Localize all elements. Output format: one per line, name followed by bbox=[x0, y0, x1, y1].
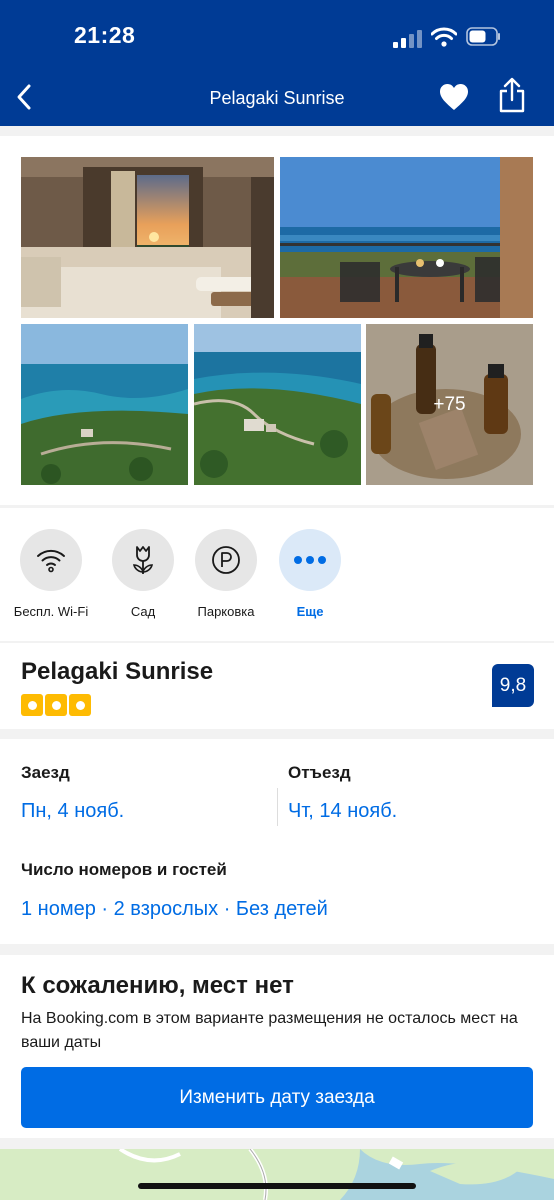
facility-wifi[interactable]: Беспл. Wi-Fi bbox=[1, 529, 101, 619]
tulip-icon bbox=[132, 546, 154, 574]
photo-gallery: +75 bbox=[0, 136, 554, 505]
photo-aerial-coast[interactable] bbox=[21, 324, 188, 485]
status-time: 21:28 bbox=[74, 22, 136, 48]
more-dots-icon bbox=[294, 556, 326, 564]
photo-balcony[interactable] bbox=[280, 157, 533, 318]
availability-message: На Booking.com в этом варианте размещени… bbox=[21, 1010, 518, 1051]
availability-section: К сожалению, мест нет На Booking.com в э… bbox=[0, 955, 554, 1138]
back-chevron-icon[interactable] bbox=[10, 82, 40, 112]
wifi-icon bbox=[37, 549, 65, 573]
cellular-signal-icon bbox=[393, 30, 423, 48]
battery-icon bbox=[466, 27, 500, 46]
facilities-row: Беспл. Wi-Fi Сад Парковка Еще bbox=[0, 508, 554, 641]
photo-amenities-more[interactable]: +75 bbox=[366, 324, 533, 485]
facility-label: Еще bbox=[296, 604, 324, 619]
guests-label: Число номеров и гостей bbox=[21, 860, 227, 879]
top-bar: 21:28 Pelagaki Sunrise bbox=[0, 0, 554, 126]
parking-icon bbox=[212, 546, 240, 574]
star-icon bbox=[45, 694, 67, 716]
home-indicator bbox=[138, 1183, 416, 1189]
hotel-name: Pelagaki Sunrise bbox=[21, 658, 214, 685]
heart-icon[interactable] bbox=[438, 82, 470, 112]
star-icon bbox=[69, 694, 91, 716]
checkin-label: Заезд bbox=[21, 763, 70, 782]
hotel-header: Pelagaki Sunrise 9,8 bbox=[0, 643, 554, 729]
review-score-badge[interactable]: 9,8 bbox=[492, 664, 534, 707]
share-icon[interactable] bbox=[497, 77, 527, 113]
star-rating bbox=[21, 694, 91, 716]
more-photos-count: +75 bbox=[433, 393, 466, 415]
facility-label: Беспл. Wi-Fi bbox=[13, 604, 89, 619]
guests-value[interactable]: 1 номер · 2 взрослых · Без детей bbox=[21, 898, 328, 921]
map-preview[interactable] bbox=[0, 1149, 554, 1200]
photo-aerial-villa[interactable] bbox=[194, 324, 361, 485]
checkin-date[interactable]: Пн, 4 нояб. bbox=[21, 800, 124, 823]
facility-more[interactable]: Еще bbox=[260, 529, 360, 619]
photo-bedroom[interactable] bbox=[21, 157, 274, 318]
change-dates-button[interactable]: Изменить дату заезда bbox=[21, 1067, 533, 1128]
availability-title: К сожалению, мест нет bbox=[21, 972, 294, 999]
date-divider bbox=[277, 788, 278, 826]
booking-details: Заезд Пн, 4 нояб. Отъезд Чт, 14 нояб. Чи… bbox=[0, 739, 554, 944]
page-title: Pelagaki Sunrise bbox=[209, 88, 345, 108]
star-icon bbox=[21, 694, 43, 716]
checkout-label: Отъезд bbox=[288, 763, 351, 782]
wifi-status-icon bbox=[431, 27, 457, 47]
checkout-date[interactable]: Чт, 14 нояб. bbox=[288, 800, 397, 823]
